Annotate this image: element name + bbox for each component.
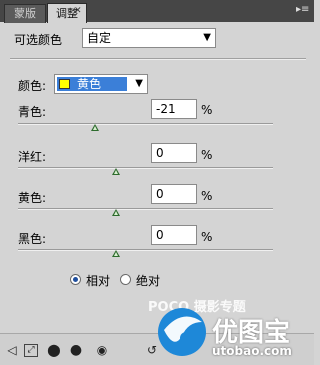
tab-masks[interactable]: 蒙版 — [4, 4, 46, 23]
black-value-field[interactable]: 0 — [151, 225, 197, 245]
slider-track[interactable] — [18, 123, 273, 125]
slider-thumb[interactable] — [91, 124, 99, 131]
colors-dropdown[interactable]: 黄色 ▼ — [54, 74, 148, 94]
preset-value: 自定 — [87, 31, 112, 45]
divider — [10, 58, 306, 60]
yellow-value-field[interactable]: 0 — [151, 184, 197, 204]
visibility-eye-icon[interactable]: ◉ — [94, 343, 110, 357]
panel-tab-bar: 蒙版 调整 ✕ ▸≡ — [0, 0, 314, 23]
yellow-swatch — [59, 79, 70, 89]
radio-absolute[interactable] — [120, 274, 131, 285]
percent-unit: % — [201, 230, 213, 244]
percent-unit: % — [201, 189, 213, 203]
slider-track[interactable] — [18, 208, 273, 210]
percent-unit: % — [201, 103, 213, 117]
utobao-logo — [152, 300, 212, 360]
url-watermark: utobao.com — [212, 344, 292, 358]
slider-track[interactable] — [18, 167, 273, 169]
chevron-down-icon: ▼ — [203, 32, 211, 43]
mask-icon[interactable]: ● — [68, 343, 84, 357]
magenta-value-field[interactable]: 0 — [151, 143, 197, 163]
preset-dropdown[interactable]: 自定 ▼ — [82, 28, 216, 48]
slider-label: 洋红: — [18, 150, 47, 164]
slider-label: 黑色: — [18, 232, 47, 246]
radio-absolute-label: 绝对 — [136, 274, 161, 288]
slider-thumb[interactable] — [112, 209, 120, 216]
slider-label: 青色: — [18, 105, 47, 119]
radio-relative-label: 相对 — [86, 274, 111, 288]
percent-unit: % — [201, 148, 213, 162]
slider-thumb[interactable] — [112, 168, 120, 175]
back-arrow-icon[interactable]: ◁ — [4, 343, 20, 357]
slider-label: 黄色: — [18, 191, 47, 205]
cyan-value-field[interactable]: -21 — [151, 99, 197, 119]
expand-view-icon[interactable]: ⤢ — [24, 344, 38, 357]
colors-label: 颜色: — [18, 79, 47, 93]
preset-label: 可选颜色 — [14, 33, 63, 47]
colors-value: 黄色 — [77, 77, 102, 91]
chevron-down-icon: ▼ — [135, 78, 143, 89]
clip-layer-icon[interactable]: ⬤ — [46, 343, 62, 357]
slider-thumb[interactable] — [112, 250, 120, 257]
slider-track[interactable] — [18, 249, 273, 251]
radio-relative[interactable] — [70, 274, 81, 285]
close-tab-icon[interactable]: ✕ — [74, 6, 82, 16]
panel-menu-icon[interactable]: ▸≡ — [296, 5, 309, 15]
